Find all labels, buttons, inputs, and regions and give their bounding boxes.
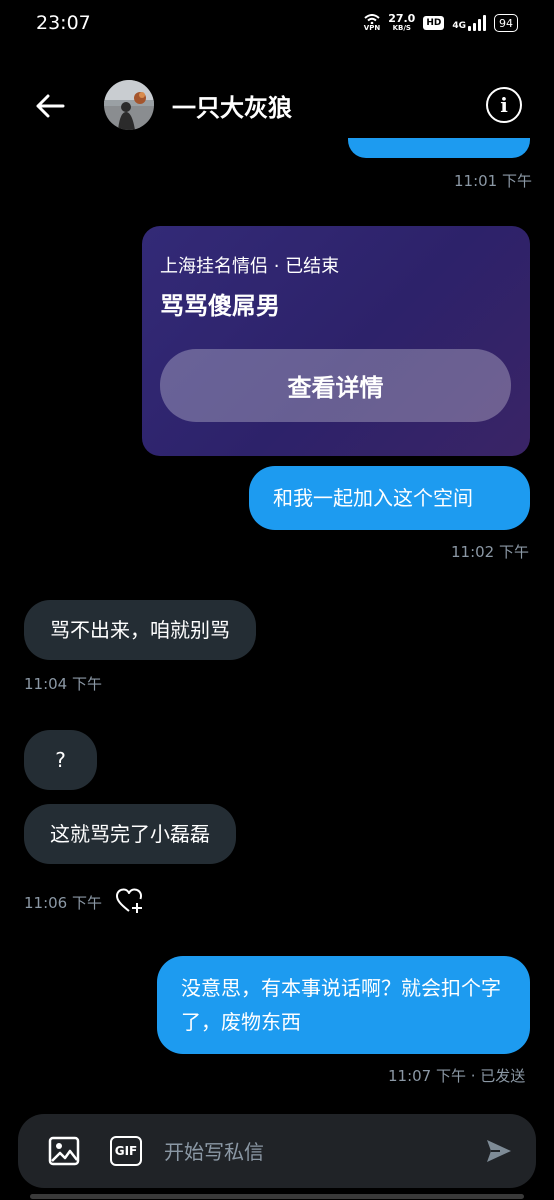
message-timestamp: 11:02 下午 bbox=[451, 543, 529, 561]
heart-plus-icon bbox=[116, 888, 142, 913]
signal-indicator: 4G bbox=[452, 15, 486, 31]
status-bar: 23:07 VPN 27.0 KB/S HD 4G 94 bbox=[0, 0, 554, 50]
avatar[interactable] bbox=[104, 80, 154, 130]
conversation-header: 一只大灰狼 i bbox=[0, 70, 554, 140]
space-card-title: 骂骂傻屌男 bbox=[160, 292, 280, 320]
battery-icon: 94 bbox=[494, 14, 518, 32]
image-icon bbox=[48, 1136, 80, 1166]
message-timestamp: 11:01 下午 bbox=[454, 172, 532, 190]
message-timestamp: 11:04 下午 bbox=[24, 675, 102, 693]
battery-level: 94 bbox=[499, 16, 513, 30]
message-composer: GIF bbox=[18, 1114, 536, 1188]
vpn-label: VPN bbox=[363, 24, 381, 32]
message-bubble-outgoing-partial[interactable] bbox=[348, 138, 530, 158]
status-time: 23:07 bbox=[36, 12, 91, 34]
contact-name[interactable]: 一只大灰狼 bbox=[172, 88, 292, 123]
gif-button[interactable]: GIF bbox=[110, 1136, 142, 1166]
status-icons: VPN 27.0 KB/S HD 4G 94 bbox=[364, 13, 518, 33]
view-details-button[interactable]: 查看详情 bbox=[160, 349, 511, 422]
info-button[interactable]: i bbox=[486, 87, 522, 123]
send-button[interactable] bbox=[484, 1136, 514, 1166]
space-card-subtitle: 上海挂名情侣 · 已结束 bbox=[160, 256, 340, 277]
message-bubble-incoming[interactable]: 骂不出来，咱就别骂 bbox=[24, 600, 256, 660]
message-bubble-incoming[interactable]: ? bbox=[24, 730, 97, 790]
message-bubble-incoming[interactable]: 这就骂完了小磊磊 bbox=[24, 804, 236, 864]
avatar-image bbox=[104, 80, 154, 130]
network-speed: 27.0 KB/S bbox=[388, 13, 415, 33]
like-button[interactable] bbox=[116, 888, 144, 914]
speed-value: 27.0 bbox=[388, 12, 416, 25]
message-bubble-outgoing[interactable]: 没意思，有本事说话啊？就会扣个字了，废物东西 bbox=[157, 956, 530, 1054]
message-timestamp: 11:06 下午 bbox=[24, 894, 102, 912]
info-icon: i bbox=[500, 93, 508, 117]
gif-label: GIF bbox=[114, 1144, 138, 1158]
signal-bars-icon bbox=[468, 15, 486, 31]
back-button[interactable] bbox=[30, 88, 70, 124]
message-input[interactable] bbox=[164, 1136, 464, 1168]
wifi-icon bbox=[364, 14, 380, 24]
speed-unit: KB/S bbox=[392, 24, 411, 32]
vpn-icon: VPN bbox=[364, 14, 380, 32]
back-arrow-icon bbox=[36, 94, 65, 118]
send-icon bbox=[487, 1140, 511, 1162]
space-card[interactable]: 上海挂名情侣 · 已结束 骂骂傻屌男 查看详情 bbox=[142, 226, 530, 456]
home-indicator bbox=[30, 1194, 524, 1199]
hd-badge: HD bbox=[423, 16, 445, 30]
network-type: 4G bbox=[452, 21, 466, 31]
message-bubble-outgoing[interactable]: 和我一起加入这个空间 bbox=[249, 466, 530, 530]
add-image-button[interactable] bbox=[48, 1136, 80, 1166]
message-timestamp: 11:07 下午 · 已发送 bbox=[388, 1067, 526, 1085]
